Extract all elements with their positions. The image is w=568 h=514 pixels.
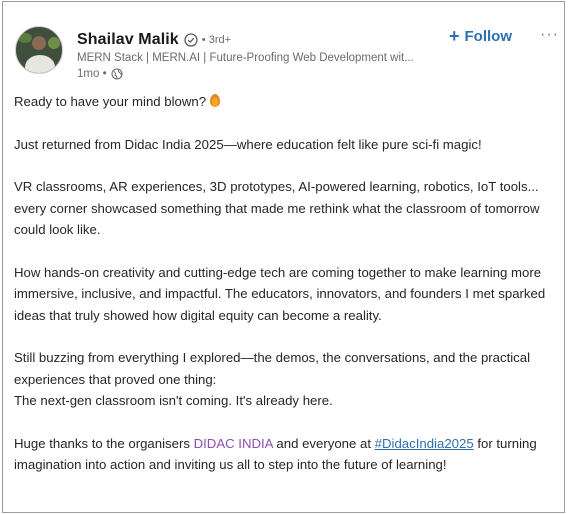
post-body: Ready to have your mind blown? Just retu… xyxy=(14,91,562,497)
post-meta: 1mo • xyxy=(77,68,123,80)
company-mention-link[interactable]: DIDAC INDIA xyxy=(194,436,273,451)
post-paragraph: Huge thanks to the organisers DIDAC INDI… xyxy=(14,433,562,476)
plus-icon: + xyxy=(449,26,460,46)
author-name[interactable]: Shailav Malik xyxy=(77,31,179,49)
follow-button[interactable]: + Follow xyxy=(449,26,512,47)
fire-emoji-icon xyxy=(209,94,220,107)
post-text: Ready to have your mind blown? xyxy=(14,94,207,109)
post-paragraph: Just returned from Didac India 2025—wher… xyxy=(14,136,482,152)
hashtag-link[interactable]: #DidacIndia2025 xyxy=(375,436,474,451)
post-text: and everyone at xyxy=(272,435,375,451)
globe-icon xyxy=(111,68,123,80)
post-paragraph: Still buzzing from everything I explored… xyxy=(14,347,562,412)
more-options-icon[interactable]: ··· xyxy=(540,26,559,44)
avatar-foliage xyxy=(18,33,32,43)
connection-degree: • 3rd+ xyxy=(201,34,232,46)
post-text: Huge thanks to the organisers xyxy=(14,435,194,451)
avatar-person xyxy=(25,55,55,73)
post-paragraph: Ready to have your mind blown? xyxy=(14,91,562,113)
author-name-row: Shailav Malik • 3rd+ xyxy=(77,30,231,50)
post-time: 1mo • xyxy=(77,68,107,80)
verified-shield-icon xyxy=(184,33,198,47)
post-paragraph: How hands-on creativity and cutting-edge… xyxy=(14,264,546,323)
author-avatar[interactable] xyxy=(15,26,63,74)
follow-label: Follow xyxy=(464,28,513,45)
post-text: The next-gen classroom isn't coming. It'… xyxy=(14,393,333,408)
author-headline: MERN Stack | MERN.AI | Future-Proofing W… xyxy=(77,52,414,64)
post-header: Shailav Malik • 3rd+ MERN Stack | MERN.A… xyxy=(3,2,564,90)
post-paragraph: VR classrooms, AR experiences, 3D protot… xyxy=(14,179,540,237)
post-card: Shailav Malik • 3rd+ MERN Stack | MERN.A… xyxy=(2,1,565,513)
post-text: Still buzzing from everything I explored… xyxy=(14,350,531,387)
avatar-foliage xyxy=(48,37,60,49)
